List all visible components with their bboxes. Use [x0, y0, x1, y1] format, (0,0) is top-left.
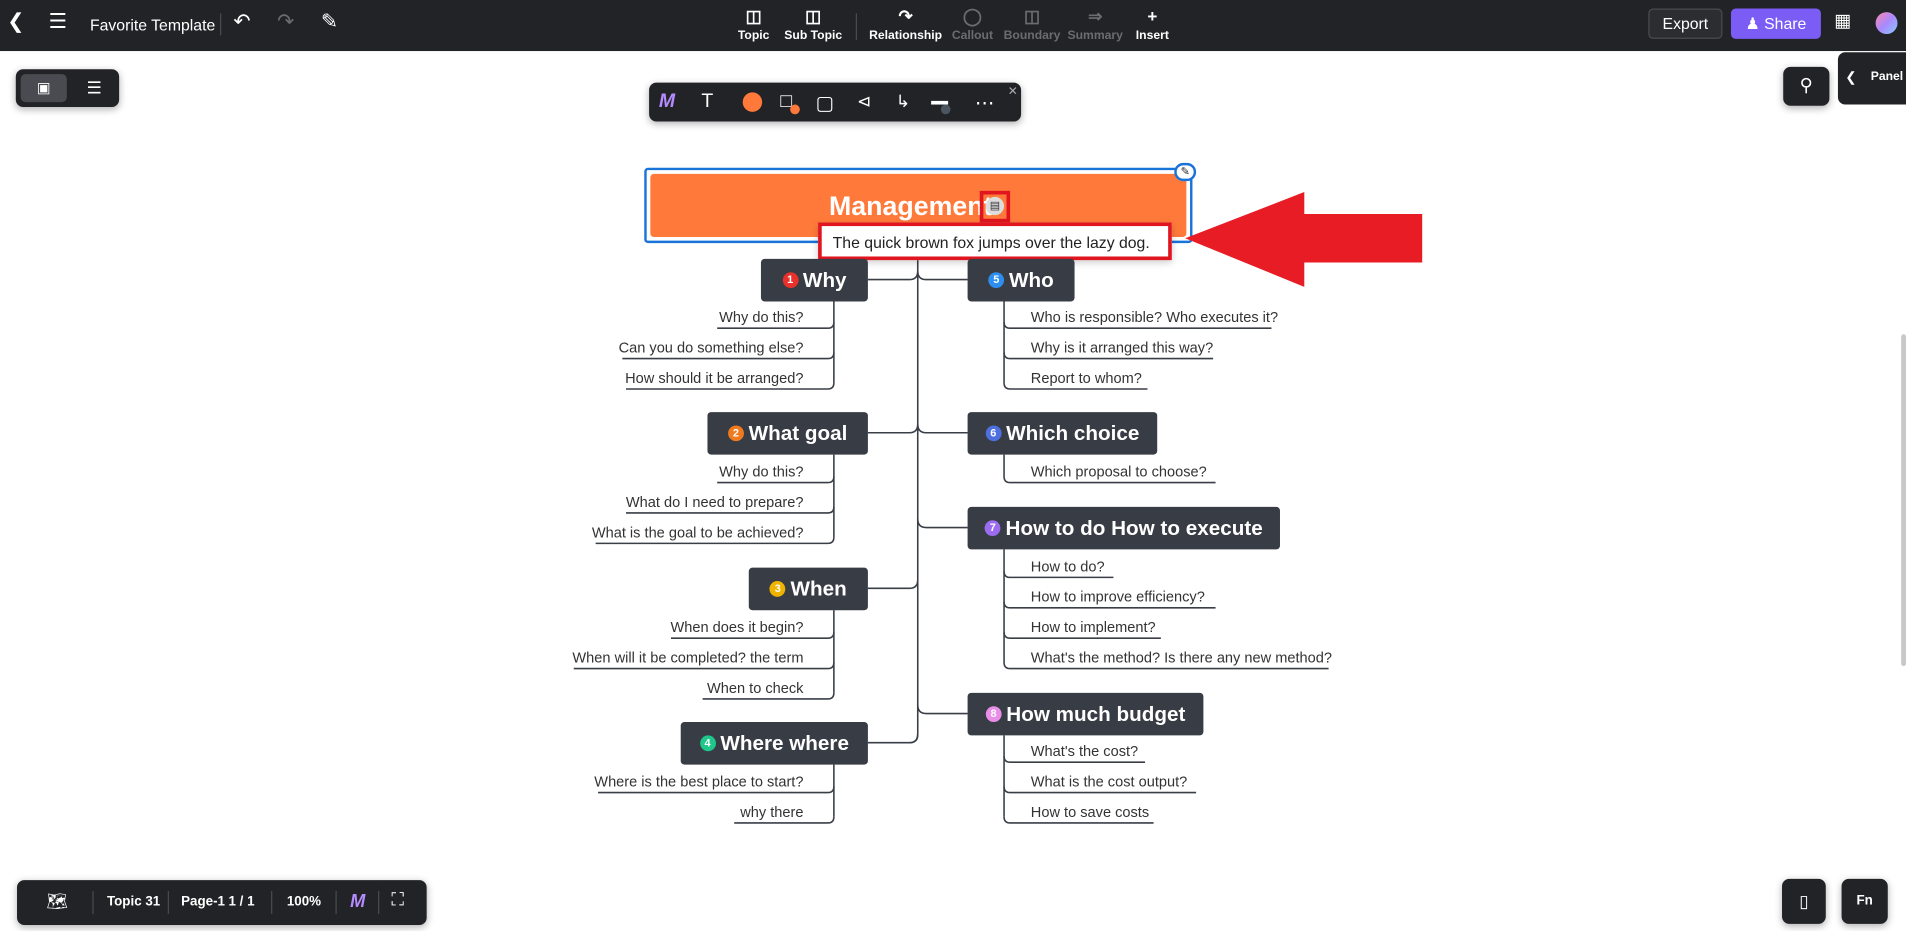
topic-where-where[interactable]: 4 Where where — [680, 722, 868, 765]
subtopic[interactable]: What do I need to prepare? — [626, 494, 804, 511]
number-badge-icon: 2 — [727, 425, 744, 442]
topic-count: Topic 31 — [106, 894, 161, 910]
subtopic[interactable]: Which proposal to choose? — [1031, 463, 1207, 480]
subtopic[interactable]: How should it be arranged? — [625, 370, 803, 387]
page-selector[interactable]: Page-1 — [181, 895, 225, 910]
topic-what-goal[interactable]: 2 What goal — [707, 412, 868, 455]
subtopic[interactable]: How to implement? — [1031, 619, 1156, 636]
topic-title: How much budget — [1006, 701, 1186, 726]
topic-which-choice[interactable]: 6 Which choice — [967, 412, 1158, 455]
fullscreen-icon[interactable]: ⛶ — [391, 890, 404, 911]
subtopic[interactable]: When to check — [707, 679, 803, 696]
note-text: The quick brown fox jumps over the lazy … — [832, 233, 1150, 252]
subtopic[interactable]: When does it begin? — [670, 619, 803, 636]
subtopic[interactable]: What's the cost? — [1031, 743, 1138, 760]
function-key-button[interactable]: Fn — [1841, 878, 1888, 924]
branch-connector — [867, 424, 919, 434]
subtopic[interactable]: What is the cost output? — [1031, 773, 1188, 790]
trunk-line — [909, 241, 919, 744]
topic-how-much-budget[interactable]: 8 How much budget — [967, 692, 1204, 736]
subtopic[interactable]: Who is responsible? Who executes it? — [1031, 309, 1278, 326]
branch-connector — [867, 734, 919, 744]
subtopic[interactable]: What is the goal to be achieved? — [592, 524, 804, 541]
subtopic[interactable]: How to improve efficiency? — [1031, 588, 1205, 605]
red-arrow-annotation — [1185, 192, 1423, 287]
note-tooltip: The quick brown fox jumps over the lazy … — [818, 222, 1172, 261]
root-title: Management — [829, 190, 993, 222]
branch-connector — [916, 424, 968, 434]
branch-connector — [916, 271, 968, 281]
subtopic[interactable]: Where is the best place to start? — [594, 773, 803, 790]
mouse-mode-button[interactable]: ▯ — [1782, 878, 1826, 924]
number-badge-icon: 4 — [699, 735, 716, 752]
subtopic[interactable]: Can you do something else? — [619, 339, 804, 356]
subtopic[interactable]: Why do this? — [719, 463, 803, 480]
page-count: 1 / 1 — [228, 894, 255, 910]
number-badge-icon: 5 — [988, 272, 1005, 289]
number-badge-icon: 7 — [984, 520, 1001, 537]
subtopic[interactable]: why there — [740, 803, 803, 820]
topic-title: What goal — [748, 421, 848, 445]
subtopic[interactable]: How to save costs — [1031, 803, 1149, 820]
note-icon[interactable]: ▤ — [985, 196, 1005, 216]
topic-why[interactable]: 1 Why — [760, 258, 868, 302]
subtopic[interactable]: What's the method? Is there any new meth… — [1031, 649, 1332, 666]
topic-title: How to do How to execute — [1005, 516, 1263, 540]
topic-title: Why — [802, 268, 847, 292]
number-badge-icon: 3 — [769, 581, 786, 597]
topic-when[interactable]: 3 When — [748, 567, 868, 611]
subtopic[interactable]: When will it be completed? the term — [572, 649, 803, 666]
number-badge-icon: 6 — [985, 425, 1002, 442]
connector-lines — [573, 241, 1329, 824]
subtopic[interactable]: Why is it arranged this way? — [1031, 339, 1213, 356]
topic-title: Who — [1009, 268, 1054, 292]
branch-connector — [916, 519, 968, 529]
number-badge-icon: 8 — [985, 706, 1002, 723]
branch-connector — [867, 271, 919, 281]
bottom-status-bar: 🗺 Topic 31 Page-1 1 / 1 100% M ⛶ — [17, 880, 427, 926]
branch-connector — [867, 579, 919, 590]
minimap-icon[interactable]: 🗺 — [46, 891, 68, 912]
topic-title: When — [790, 576, 847, 600]
topic-who[interactable]: 5 Who — [967, 258, 1075, 302]
subtopic[interactable]: Report to whom? — [1031, 370, 1142, 387]
subtopic[interactable]: Why do this? — [719, 309, 803, 326]
zoom-level[interactable]: 100% — [287, 895, 321, 910]
ai-logo-icon[interactable]: M — [350, 891, 365, 912]
subtopic[interactable]: How to do? — [1031, 558, 1105, 575]
topic-title: Where where — [720, 731, 849, 755]
number-badge-icon: 1 — [782, 272, 799, 289]
topic-title: Which choice — [1006, 421, 1140, 445]
branch-connector — [916, 704, 968, 715]
clear-format-icon[interactable]: ✎ — [1174, 162, 1197, 182]
topic-how-to-do-how-to-execute[interactable]: 7 How to do How to execute — [967, 506, 1280, 550]
